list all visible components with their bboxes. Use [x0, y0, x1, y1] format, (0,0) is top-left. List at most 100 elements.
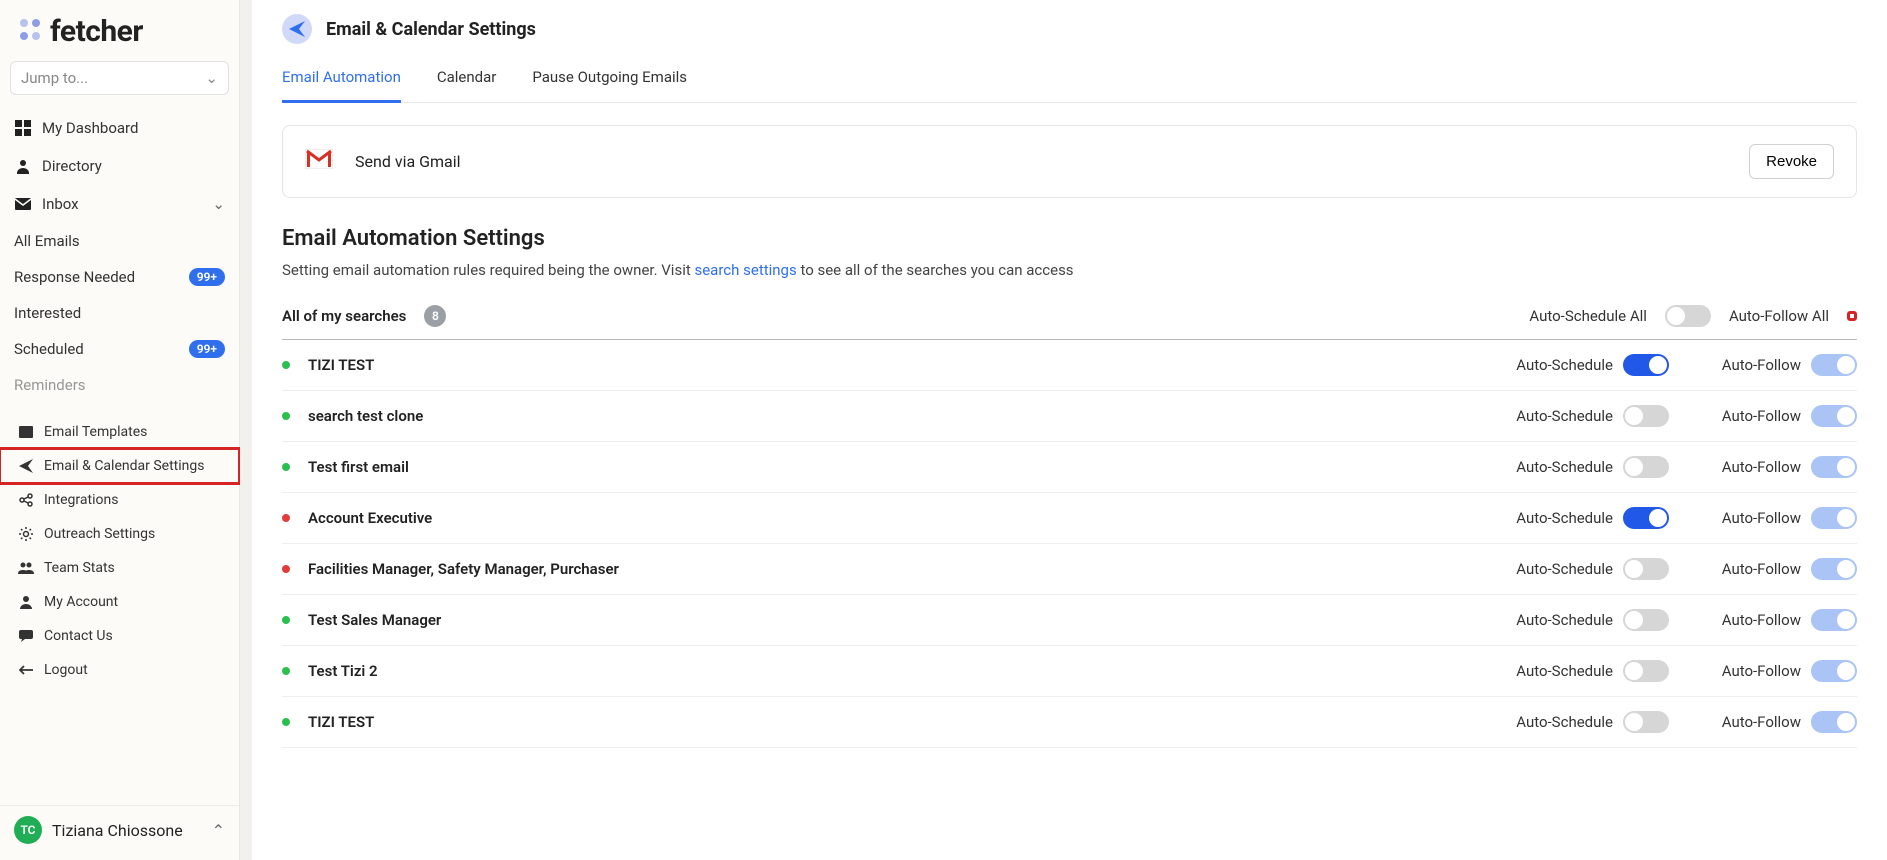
status-dot-icon: [282, 667, 290, 675]
share-icon: [18, 493, 34, 507]
sidebar-item-my-account[interactable]: My Account: [0, 585, 239, 619]
sidebar-item-interested[interactable]: Interested: [2, 295, 237, 331]
sidebar-item-label: Reminders: [14, 376, 86, 394]
search-name[interactable]: search test clone: [308, 407, 423, 425]
auto-schedule-label: Auto-Schedule: [1516, 356, 1613, 374]
sidebar-item-reminders[interactable]: Reminders: [2, 367, 237, 403]
search-name[interactable]: TIZI TEST: [308, 713, 374, 731]
all-searches-header: All of my searches 8 Auto-Schedule All A…: [282, 305, 1857, 340]
dashboard-icon: [14, 120, 32, 136]
sidebar-item-integrations[interactable]: Integrations: [0, 483, 239, 517]
auto-schedule-toggle[interactable]: [1623, 456, 1669, 478]
jump-to-input[interactable]: Jump to... ⌄: [10, 61, 229, 95]
search-row: Facilities Manager, Safety Manager, Purc…: [282, 544, 1857, 595]
team-icon: [18, 562, 34, 574]
auto-follow-toggle[interactable]: [1811, 507, 1857, 529]
gear-icon: [18, 527, 34, 541]
auto-schedule-toggle[interactable]: [1623, 660, 1669, 682]
sidebar-item-label: My Dashboard: [42, 119, 138, 137]
tab-pause-outgoing[interactable]: Pause Outgoing Emails: [532, 54, 687, 102]
auto-follow-label: Auto-Follow: [1722, 458, 1801, 476]
main-content: Email & Calendar Settings Email Automati…: [252, 0, 1887, 860]
auto-schedule-toggle[interactable]: [1623, 609, 1669, 631]
search-row: TIZI TESTAuto-ScheduleAuto-Follow: [282, 697, 1857, 748]
sidebar-item-outreach-settings[interactable]: Outreach Settings: [0, 517, 239, 551]
count-badge: 99+: [189, 340, 225, 358]
sidebar: fetcher Jump to... ⌄ My Dashboard Direct…: [0, 0, 240, 860]
brand-name: fetcher: [50, 14, 143, 49]
sidebar-item-dashboard[interactable]: My Dashboard: [2, 109, 237, 147]
sidebar-item-label: Email & Calendar Settings: [44, 458, 204, 474]
auto-schedule-label: Auto-Schedule: [1516, 458, 1613, 476]
sidebar-item-email-calendar-settings[interactable]: Email & Calendar Settings: [0, 449, 239, 483]
auto-follow-toggle[interactable]: [1811, 609, 1857, 631]
tab-calendar[interactable]: Calendar: [437, 54, 497, 102]
auto-follow-toggle[interactable]: [1811, 456, 1857, 478]
status-dot-icon: [282, 361, 290, 369]
sidebar-item-contact-us[interactable]: Contact Us: [0, 619, 239, 653]
sidebar-item-logout[interactable]: Logout: [0, 653, 239, 687]
brand-icon: [16, 16, 44, 48]
search-row: search test clone Auto-Schedule Auto-Follo…: [282, 391, 1857, 442]
status-dot-icon: [282, 514, 290, 522]
auto-schedule-toggle[interactable]: [1623, 405, 1669, 427]
search-name[interactable]: Facilities Manager, Safety Manager, Purc…: [308, 560, 619, 578]
sidebar-item-label: Interested: [14, 304, 81, 322]
auto-schedule-all-toggle[interactable]: [1665, 305, 1711, 327]
auto-follow-toggle[interactable]: [1811, 660, 1857, 682]
search-settings-link[interactable]: search settings: [694, 261, 796, 279]
auto-follow-label: Auto-Follow: [1722, 407, 1801, 425]
user-menu[interactable]: TC Tiziana Chiossone ⌃: [0, 805, 239, 860]
sidebar-item-response-needed[interactable]: Response Needed 99+: [2, 259, 237, 295]
search-row: Test Tizi 2Auto-ScheduleAuto-Follow: [282, 646, 1857, 697]
search-name[interactable]: TIZI TEST: [308, 356, 374, 374]
search-name[interactable]: Test first email: [308, 458, 409, 476]
auto-follow-toggle[interactable]: [1811, 558, 1857, 580]
chevron-down-icon: ⌄: [212, 195, 225, 213]
person-icon: [18, 595, 34, 609]
auto-follow-all-highlight: [1847, 311, 1857, 321]
chat-icon: [18, 630, 34, 642]
search-row: Account ExecutiveAuto-ScheduleAuto-Follo…: [282, 493, 1857, 544]
auto-schedule-toggle[interactable]: [1623, 354, 1669, 376]
auto-follow-toggle[interactable]: [1811, 405, 1857, 427]
chevron-up-icon: ⌃: [212, 821, 225, 840]
auto-schedule-label: Auto-Schedule: [1516, 611, 1613, 629]
sidebar-item-all-emails[interactable]: All Emails: [2, 223, 237, 259]
search-name[interactable]: Test Sales Manager: [308, 611, 441, 629]
sidebar-item-inbox[interactable]: Inbox ⌄: [2, 185, 237, 223]
tab-email-automation[interactable]: Email Automation: [282, 54, 401, 103]
status-dot-icon: [282, 412, 290, 420]
chevron-down-icon: ⌄: [205, 69, 218, 87]
status-dot-icon: [282, 463, 290, 471]
section-title: Email Automation Settings: [282, 226, 1857, 251]
auto-schedule-toggle[interactable]: [1623, 558, 1669, 580]
search-count-badge: 8: [424, 305, 446, 327]
sidebar-item-email-templates[interactable]: Email Templates: [0, 415, 239, 449]
mail-icon: [14, 198, 32, 210]
auto-schedule-label: Auto-Schedule: [1516, 407, 1613, 425]
auto-follow-label: Auto-Follow: [1722, 713, 1801, 731]
sidebar-item-team-stats[interactable]: Team Stats: [0, 551, 239, 585]
auto-follow-toggle[interactable]: [1811, 354, 1857, 376]
status-dot-icon: [282, 565, 290, 573]
brand-logo[interactable]: fetcher: [10, 14, 229, 61]
auto-schedule-toggle[interactable]: [1623, 507, 1669, 529]
auto-follow-label: Auto-Follow: [1722, 509, 1801, 527]
arrow-left-icon: [18, 665, 34, 675]
gmail-icon: [305, 149, 333, 174]
sidebar-item-directory[interactable]: Directory: [2, 147, 237, 185]
search-name[interactable]: Account Executive: [308, 509, 432, 527]
status-dot-icon: [282, 718, 290, 726]
sidebar-item-scheduled[interactable]: Scheduled 99+: [2, 331, 237, 367]
search-name[interactable]: Test Tizi 2: [308, 662, 378, 680]
sidebar-scrollbar[interactable]: [240, 0, 252, 860]
sidebar-item-label: Integrations: [44, 492, 118, 508]
revoke-button[interactable]: Revoke: [1749, 144, 1834, 179]
section-subtitle: Setting email automation rules required …: [282, 261, 1857, 279]
auto-schedule-toggle[interactable]: [1623, 711, 1669, 733]
count-badge: 99+: [189, 268, 225, 286]
status-dot-icon: [282, 616, 290, 624]
auto-follow-toggle[interactable]: [1811, 711, 1857, 733]
sidebar-item-label: Contact Us: [44, 628, 113, 644]
